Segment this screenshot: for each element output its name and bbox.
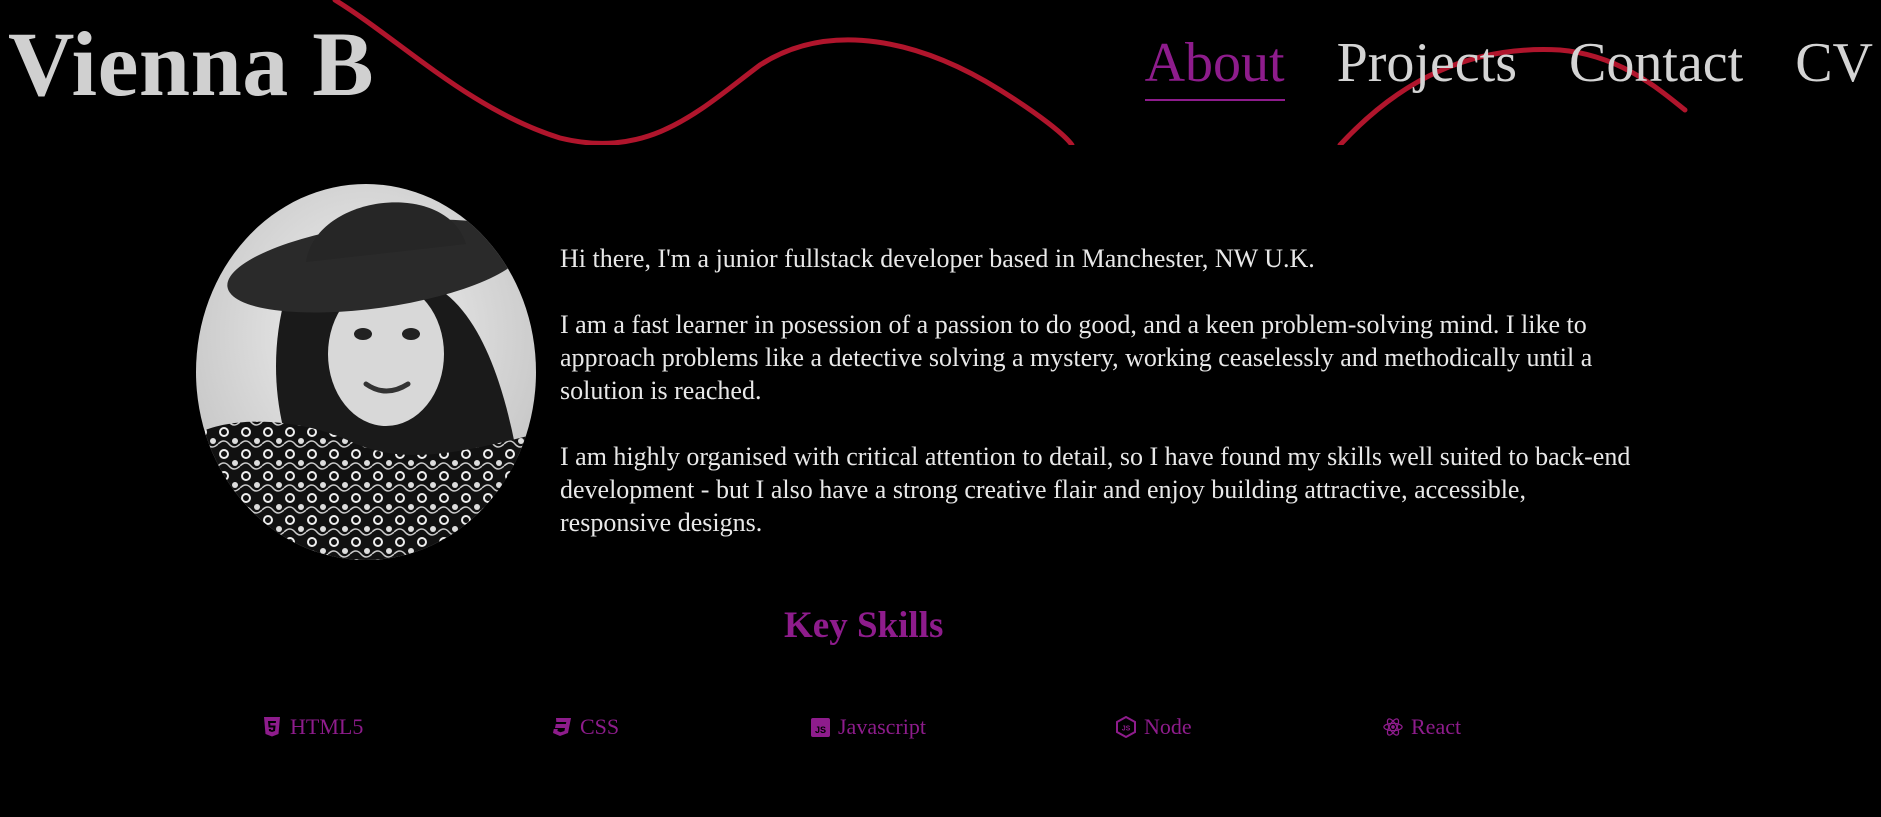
skill-label: HTML5 <box>290 714 364 739</box>
skill-html5: HTML5 <box>262 712 363 742</box>
nav-link-cv[interactable]: CV <box>1795 30 1873 99</box>
react-icon <box>1383 716 1403 738</box>
skill-label: React <box>1411 714 1462 739</box>
skill-label: Node <box>1144 714 1192 739</box>
about-bio: Hi there, I'm a junior fullstack develop… <box>560 242 1640 572</box>
bio-paragraph: Hi there, I'm a junior fullstack develop… <box>560 244 1315 273</box>
skill-label: CSS <box>580 714 620 739</box>
skill-javascript: JS Javascript <box>810 712 926 742</box>
nav-link-contact[interactable]: Contact <box>1569 30 1743 99</box>
javascript-icon: JS <box>810 716 830 738</box>
bio-paragraph: I am highly organised with critical atte… <box>560 442 1631 537</box>
html5-icon <box>262 716 282 738</box>
skill-label: Javascript <box>838 714 926 739</box>
css3-icon <box>552 716 572 738</box>
svg-text:JS: JS <box>814 725 825 735</box>
svg-text:JS: JS <box>1122 726 1131 733</box>
bio-paragraph: I am a fast learner in posession of a pa… <box>560 310 1593 405</box>
key-skills-heading: Key Skills <box>784 605 944 646</box>
skill-css: CSS <box>552 712 619 742</box>
nodejs-icon: JS <box>1116 716 1136 738</box>
site-title[interactable]: Vienna B <box>8 13 374 115</box>
nav-link-projects[interactable]: Projects <box>1337 30 1517 99</box>
profile-photo <box>196 184 536 560</box>
skill-react: React <box>1383 712 1461 742</box>
main-nav: About Projects Contact CV <box>1144 30 1873 102</box>
nav-link-about[interactable]: About <box>1144 30 1285 102</box>
page: Vienna B About Projects Contact CV Hi th… <box>0 0 1881 817</box>
skill-node: JS Node <box>1116 712 1192 742</box>
